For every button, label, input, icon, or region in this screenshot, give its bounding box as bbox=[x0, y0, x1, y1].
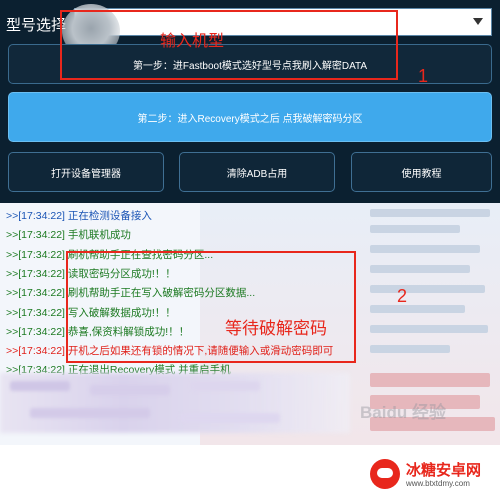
annotation-text-1: 输入机型 bbox=[160, 33, 225, 50]
clear-adb-button[interactable]: 清除ADB占用 bbox=[179, 152, 335, 192]
annotation-number-2: 2 bbox=[397, 286, 408, 306]
log-line: >>[17:34:22] 手机联机成功 bbox=[6, 229, 131, 242]
step2-label: 第二步：进入Recovery模式之后 点我破解密码分区 bbox=[137, 113, 363, 125]
baidu-watermark: Baidu 经验 bbox=[360, 403, 446, 422]
watermark-url: www.btxtdmy.com bbox=[406, 479, 470, 488]
annotation-number-1: 1 bbox=[418, 66, 429, 86]
clear-adb-label: 清除ADB占用 bbox=[226, 168, 288, 180]
open-device-manager-label: 打开设备管理器 bbox=[51, 168, 121, 180]
site-watermark: 冰糖安卓网 www.btxtdmy.com bbox=[358, 455, 500, 498]
tutorial-button[interactable]: 使用教程 bbox=[351, 152, 492, 192]
tutorial-label: 使用教程 bbox=[401, 168, 442, 180]
annotation-box-2 bbox=[66, 251, 356, 363]
step2-crack-button[interactable]: 第二步：进入Recovery模式之后 点我破解密码分区 bbox=[8, 92, 492, 142]
open-device-manager-button[interactable]: 打开设备管理器 bbox=[8, 152, 164, 192]
watermark-title: 冰糖安卓网 bbox=[406, 462, 482, 479]
annotation-text-2: 等待破解密码 bbox=[225, 319, 327, 338]
rom-tool-window: 型号选择 第一步：进Fastboot模式选好型号点我刷入解密DATA 第二步：进… bbox=[0, 0, 500, 445]
candy-logo-icon bbox=[370, 459, 400, 489]
log-line: >>[17:34:22] 正在检测设备接入 bbox=[6, 210, 152, 222]
annotation-box-1 bbox=[60, 10, 398, 80]
model-select-label: 型号选择 bbox=[6, 17, 67, 34]
chevron-down-icon[interactable] bbox=[473, 18, 483, 25]
